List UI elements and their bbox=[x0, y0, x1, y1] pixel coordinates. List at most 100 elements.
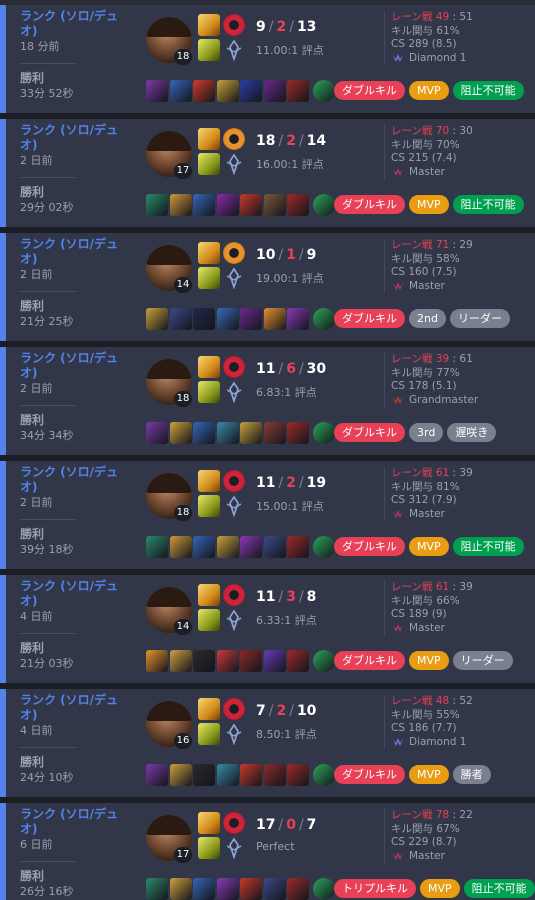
item-slot-icon[interactable] bbox=[263, 80, 286, 102]
keystone-rune-icon[interactable] bbox=[223, 812, 245, 834]
item-slot-icon[interactable] bbox=[146, 536, 168, 558]
item-slot-icon[interactable] bbox=[169, 422, 192, 444]
summoner-spell-icon[interactable] bbox=[198, 723, 220, 745]
match-card[interactable]: ランク (ソロ/デュオ) 2 日前 勝利 34分 34秒 18 11/6/30 … bbox=[0, 347, 535, 455]
item-slot-icon[interactable] bbox=[169, 878, 192, 900]
keystone-rune-icon[interactable] bbox=[223, 698, 245, 720]
match-card[interactable]: ランク (ソロ/デュオ) 4 日前 勝利 21分 03秒 14 11/3/8 6… bbox=[0, 575, 535, 683]
item-slot-icon[interactable] bbox=[287, 80, 309, 102]
item-slot-icon[interactable] bbox=[216, 194, 239, 216]
flash-spell-icon[interactable] bbox=[198, 698, 220, 720]
item-slot-icon[interactable] bbox=[193, 878, 215, 900]
item-slot-icon[interactable] bbox=[193, 80, 215, 102]
summoner-spell-icon[interactable] bbox=[198, 609, 220, 631]
item-slot-icon[interactable] bbox=[263, 536, 286, 558]
item-slot-icon[interactable] bbox=[263, 878, 286, 900]
summoner-spell-icon[interactable] bbox=[198, 837, 220, 859]
item-slot-icon[interactable] bbox=[240, 194, 262, 216]
item-slot-icon[interactable] bbox=[287, 422, 309, 444]
item-slot-icon[interactable] bbox=[216, 536, 239, 558]
item-slot-icon[interactable] bbox=[146, 194, 168, 216]
flash-spell-icon[interactable] bbox=[198, 242, 220, 264]
item-slot-icon[interactable] bbox=[287, 536, 309, 558]
item-slot-icon[interactable] bbox=[287, 878, 309, 900]
flash-spell-icon[interactable] bbox=[198, 356, 220, 378]
item-slot-icon[interactable] bbox=[146, 764, 168, 786]
item-slot-icon[interactable] bbox=[287, 650, 309, 672]
match-card[interactable]: ランク (ソロ/デュオ) 4 日前 勝利 24分 10秒 16 7/2/10 8… bbox=[0, 689, 535, 797]
item-slot-icon[interactable] bbox=[263, 308, 286, 330]
item-slot-icon[interactable] bbox=[287, 764, 309, 786]
item-slot-icon[interactable] bbox=[240, 308, 262, 330]
trinket-ward-icon[interactable] bbox=[312, 308, 335, 330]
trinket-ward-icon[interactable] bbox=[312, 80, 335, 102]
item-slot-icon[interactable] bbox=[146, 80, 168, 102]
item-slot-icon[interactable] bbox=[263, 764, 286, 786]
match-card[interactable]: ランク (ソロ/デュオ) 2 日前 勝利 29分 02秒 17 18/2/14 … bbox=[0, 119, 535, 227]
summoner-spell-icon[interactable] bbox=[198, 39, 220, 61]
secondary-rune-icon[interactable] bbox=[223, 153, 245, 176]
flash-spell-icon[interactable] bbox=[198, 470, 220, 492]
item-slot-icon[interactable] bbox=[169, 764, 192, 786]
item-slot-icon[interactable] bbox=[193, 536, 215, 558]
summoner-spell-icon[interactable] bbox=[198, 381, 220, 403]
item-slot-icon[interactable] bbox=[193, 194, 215, 216]
item-slot-icon[interactable] bbox=[169, 194, 192, 216]
secondary-rune-icon[interactable] bbox=[223, 39, 245, 62]
secondary-rune-icon[interactable] bbox=[223, 267, 245, 290]
item-slot-icon[interactable] bbox=[216, 308, 239, 330]
item-slot-icon[interactable] bbox=[169, 308, 192, 330]
trinket-ward-icon[interactable] bbox=[312, 764, 335, 786]
item-slot-icon[interactable] bbox=[146, 308, 168, 330]
keystone-rune-icon[interactable] bbox=[223, 584, 245, 606]
match-card[interactable]: ランク (ソロ/デュオ) 2 日前 勝利 21分 25秒 14 10/1/9 1… bbox=[0, 233, 535, 341]
item-slot-icon[interactable] bbox=[193, 422, 215, 444]
flash-spell-icon[interactable] bbox=[198, 584, 220, 606]
item-slot-icon[interactable] bbox=[169, 650, 192, 672]
item-slot-icon[interactable] bbox=[193, 308, 215, 330]
keystone-rune-icon[interactable] bbox=[223, 470, 245, 492]
item-slot-icon[interactable] bbox=[240, 764, 262, 786]
item-slot-icon[interactable] bbox=[193, 764, 215, 786]
item-slot-icon[interactable] bbox=[263, 422, 286, 444]
flash-spell-icon[interactable] bbox=[198, 812, 220, 834]
item-slot-icon[interactable] bbox=[263, 650, 286, 672]
match-card[interactable]: ランク (ソロ/デュオ) 2 日前 勝利 39分 18秒 18 11/2/19 … bbox=[0, 461, 535, 569]
item-slot-icon[interactable] bbox=[216, 764, 239, 786]
item-slot-icon[interactable] bbox=[216, 422, 239, 444]
secondary-rune-icon[interactable] bbox=[223, 609, 245, 632]
item-slot-icon[interactable] bbox=[146, 650, 168, 672]
keystone-rune-icon[interactable] bbox=[223, 128, 245, 150]
trinket-ward-icon[interactable] bbox=[312, 536, 335, 558]
item-slot-icon[interactable] bbox=[193, 650, 215, 672]
match-card[interactable]: ランク (ソロ/デュオ) 6 日前 勝利 26分 16秒 17 17/0/7 P… bbox=[0, 803, 535, 900]
item-slot-icon[interactable] bbox=[216, 878, 239, 900]
secondary-rune-icon[interactable] bbox=[223, 381, 245, 404]
trinket-ward-icon[interactable] bbox=[312, 422, 335, 444]
item-slot-icon[interactable] bbox=[287, 194, 309, 216]
summoner-spell-icon[interactable] bbox=[198, 495, 220, 517]
flash-spell-icon[interactable] bbox=[198, 128, 220, 150]
trinket-ward-icon[interactable] bbox=[312, 194, 335, 216]
item-slot-icon[interactable] bbox=[216, 650, 239, 672]
summoner-spell-icon[interactable] bbox=[198, 153, 220, 175]
item-slot-icon[interactable] bbox=[146, 422, 168, 444]
keystone-rune-icon[interactable] bbox=[223, 14, 245, 36]
item-slot-icon[interactable] bbox=[287, 308, 309, 330]
item-slot-icon[interactable] bbox=[263, 194, 286, 216]
secondary-rune-icon[interactable] bbox=[223, 495, 245, 518]
keystone-rune-icon[interactable] bbox=[223, 242, 245, 264]
flash-spell-icon[interactable] bbox=[198, 14, 220, 36]
item-slot-icon[interactable] bbox=[240, 650, 262, 672]
item-slot-icon[interactable] bbox=[240, 422, 262, 444]
item-slot-icon[interactable] bbox=[216, 80, 239, 102]
item-slot-icon[interactable] bbox=[146, 878, 168, 900]
trinket-ward-icon[interactable] bbox=[312, 650, 335, 672]
keystone-rune-icon[interactable] bbox=[223, 356, 245, 378]
summoner-spell-icon[interactable] bbox=[198, 267, 220, 289]
match-card[interactable]: ランク (ソロ/デュオ) 18 分前 勝利 33分 52秒 18 9/2/13 … bbox=[0, 5, 535, 113]
trinket-ward-icon[interactable] bbox=[312, 878, 335, 900]
item-slot-icon[interactable] bbox=[169, 536, 192, 558]
item-slot-icon[interactable] bbox=[240, 80, 262, 102]
secondary-rune-icon[interactable] bbox=[223, 837, 245, 860]
